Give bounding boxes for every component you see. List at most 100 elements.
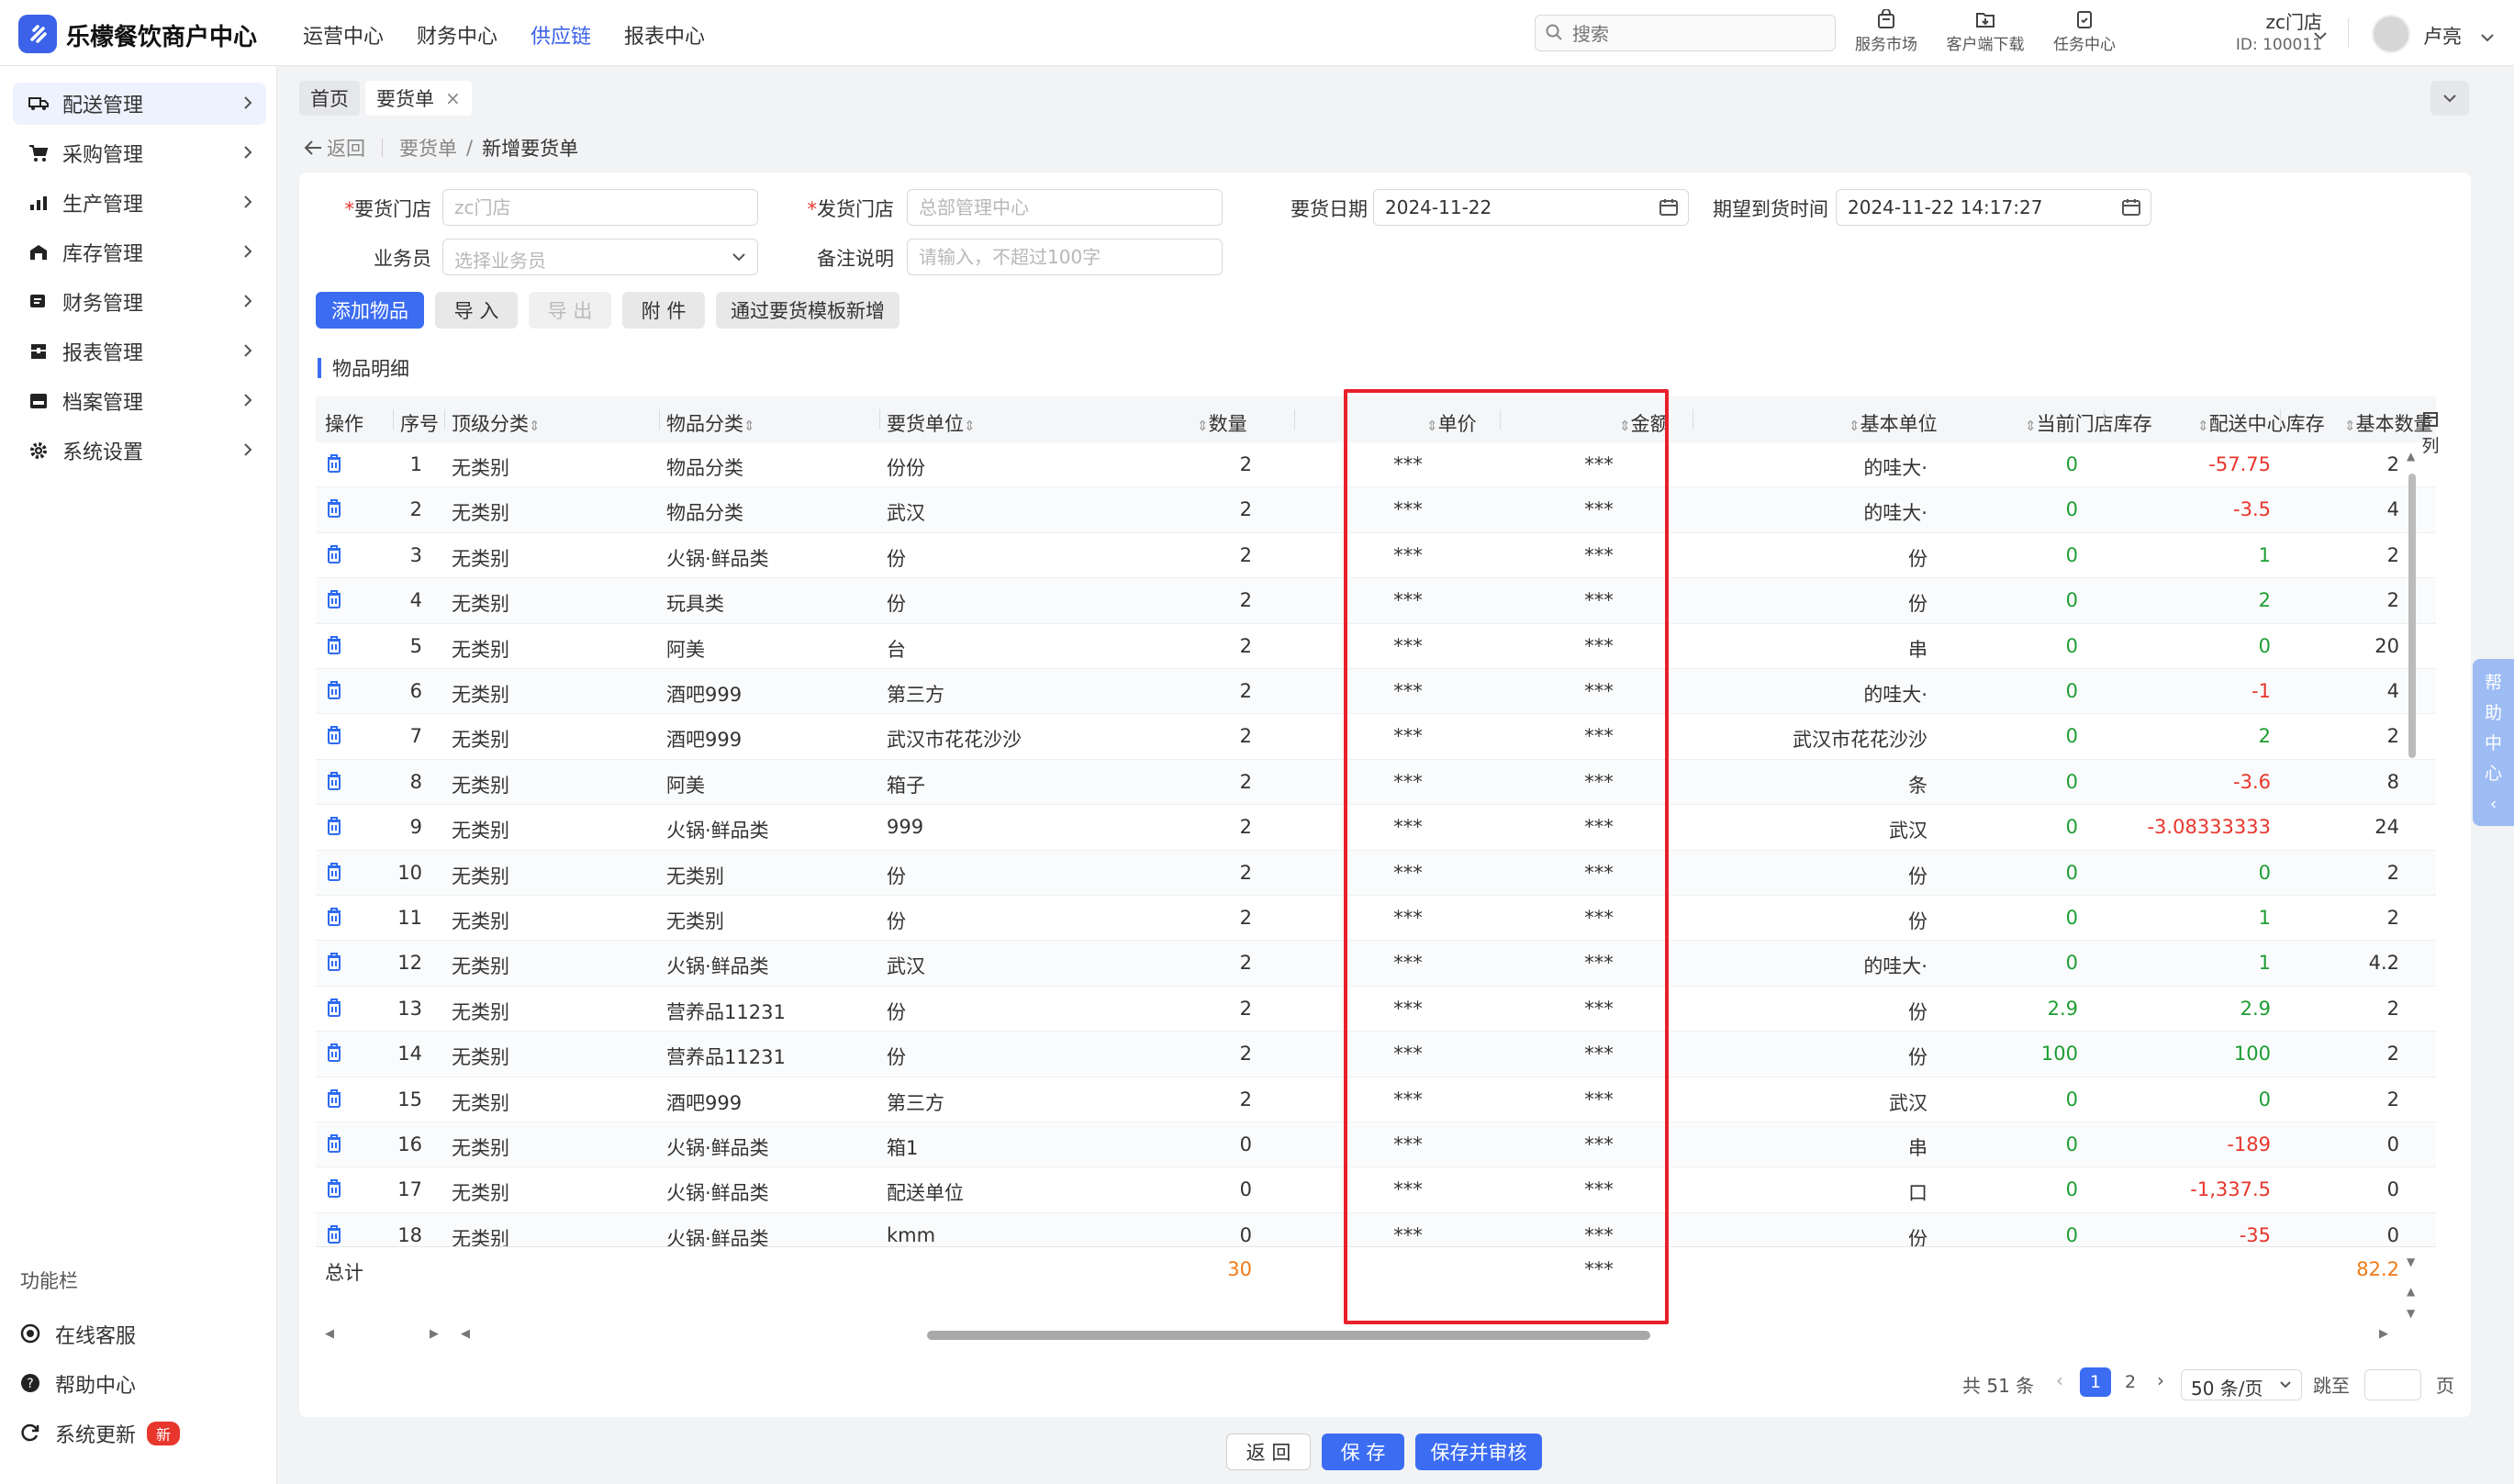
th-top-category[interactable]: 顶级分类⇕: [452, 409, 541, 437]
breadcrumb-parent[interactable]: 要货单: [399, 134, 457, 162]
user-name[interactable]: 卢亮: [2423, 22, 2462, 50]
sidebar-item-2[interactable]: 采购管理: [13, 132, 266, 174]
pager-page-1[interactable]: 1: [2080, 1367, 2111, 1397]
cell-qty[interactable]: 2: [1179, 498, 1252, 520]
nav-finance[interactable]: 财务中心: [417, 20, 497, 50]
column-divider[interactable]: [879, 409, 880, 430]
scroll-thumb[interactable]: [927, 1331, 1650, 1340]
scroll-left-icon[interactable]: ◀: [461, 1327, 470, 1341]
cell-qty[interactable]: 0: [1179, 1224, 1252, 1246]
sidebar-item-8[interactable]: 系统设置: [13, 430, 266, 472]
save-and-audit-button[interactable]: 保存并审核: [1415, 1434, 1542, 1470]
service-market-button[interactable]: 服务市场: [1845, 9, 1927, 54]
function-item-2[interactable]: ? 帮助中心: [20, 1369, 136, 1399]
jump-page-input[interactable]: [2364, 1369, 2421, 1400]
sidebar-item-3[interactable]: 生产管理: [13, 182, 266, 224]
horizontal-scrollbar[interactable]: ◀ ▶: [461, 1327, 2394, 1342]
scroll-down-icon[interactable]: ▼: [2407, 1255, 2418, 1268]
cell-qty[interactable]: 2: [1179, 1088, 1252, 1110]
date-field[interactable]: 2024-11-22: [1373, 189, 1689, 226]
calendar-icon[interactable]: [2121, 198, 2141, 217]
pager-page-2[interactable]: 2: [2115, 1367, 2146, 1397]
th-unit[interactable]: 要货单位⇕: [887, 409, 976, 437]
global-search[interactable]: [1535, 15, 1836, 51]
cell-qty[interactable]: 0: [1179, 1178, 1252, 1200]
left-horizontal-scrollbar[interactable]: ◀ ▶: [325, 1327, 444, 1342]
trash-icon[interactable]: [325, 498, 343, 523]
cell-qty[interactable]: 2: [1179, 998, 1252, 1020]
scroll-up-icon[interactable]: ▲: [2407, 450, 2418, 463]
task-center-button[interactable]: 任务中心: [2043, 9, 2126, 54]
th-qty[interactable]: ⇕数量: [1197, 409, 1247, 437]
cell-qty[interactable]: 0: [1179, 1133, 1252, 1155]
trash-icon[interactable]: [325, 1133, 343, 1158]
column-divider[interactable]: [2104, 409, 2105, 430]
calendar-icon[interactable]: [1659, 198, 1679, 217]
nav-reports[interactable]: 报表中心: [624, 20, 705, 50]
add-item-button[interactable]: 添加物品: [316, 292, 424, 329]
trash-icon[interactable]: [325, 635, 343, 660]
nav-supply-chain[interactable]: 供应链: [531, 20, 591, 50]
cell-qty[interactable]: 2: [1179, 453, 1252, 475]
sidebar-item-7[interactable]: 档案管理: [13, 380, 266, 422]
template-add-button[interactable]: 通过要货模板新增: [716, 292, 899, 329]
trash-icon[interactable]: [325, 816, 343, 841]
trash-icon[interactable]: [325, 998, 343, 1022]
page-size-select[interactable]: 50 条/页: [2181, 1369, 2302, 1400]
save-button[interactable]: 保 存: [1322, 1434, 1404, 1470]
salesman-select[interactable]: 选择业务员: [442, 239, 758, 275]
column-divider[interactable]: [393, 409, 394, 430]
scroll-left-icon[interactable]: ◀: [325, 1327, 334, 1341]
column-divider[interactable]: [444, 409, 445, 430]
cell-qty[interactable]: 2: [1179, 725, 1252, 747]
expect-time-field[interactable]: 2024-11-22 14:17:27: [1836, 189, 2151, 226]
sidebar-item-1[interactable]: 配送管理: [13, 83, 266, 125]
chevron-down-icon[interactable]: [2480, 26, 2495, 48]
sidebar-item-5[interactable]: 财务管理: [13, 281, 266, 323]
cell-qty[interactable]: 2: [1179, 952, 1252, 974]
search-input[interactable]: [1572, 21, 1820, 47]
scroll-thumb[interactable]: [2408, 474, 2416, 758]
vertical-scrollbar[interactable]: ▲ ▼: [2407, 450, 2418, 1268]
sidebar-item-6[interactable]: 报表管理: [13, 330, 266, 373]
trash-icon[interactable]: [325, 862, 343, 887]
attachment-button[interactable]: 附 件: [622, 292, 705, 329]
trash-icon[interactable]: [325, 771, 343, 796]
pager-next-icon[interactable]: ›: [2157, 1369, 2164, 1391]
column-divider[interactable]: [1294, 409, 1295, 430]
column-divider[interactable]: [1926, 409, 1927, 430]
column-setting-button[interactable]: 列: [2419, 411, 2441, 457]
cell-qty[interactable]: 2: [1179, 816, 1252, 838]
trash-icon[interactable]: [325, 952, 343, 976]
cell-qty[interactable]: 2: [1179, 680, 1252, 702]
cell-qty[interactable]: 2: [1179, 1043, 1252, 1065]
help-center-float[interactable]: 帮 助 中 心 ‹: [2473, 659, 2514, 826]
th-center-stock[interactable]: ⇕配送中心库存: [2197, 409, 2325, 437]
tab-home[interactable]: 首页: [299, 81, 360, 116]
client-download-button[interactable]: 客户端下载: [1944, 9, 2027, 54]
trash-icon[interactable]: [325, 1178, 343, 1203]
sidebar-item-4[interactable]: 库存管理: [13, 231, 266, 273]
back-button[interactable]: 返 回: [1226, 1434, 1311, 1470]
cell-qty[interactable]: 2: [1179, 544, 1252, 566]
trash-icon[interactable]: [325, 1224, 343, 1246]
remark-field[interactable]: [907, 239, 1223, 275]
avatar[interactable]: [2372, 15, 2410, 53]
chevron-down-icon[interactable]: [2313, 24, 2328, 46]
nav-ops[interactable]: 运营中心: [303, 20, 384, 50]
scroll-right-icon[interactable]: ▶: [2379, 1327, 2388, 1341]
trash-icon[interactable]: [325, 680, 343, 705]
cell-qty[interactable]: 2: [1179, 635, 1252, 657]
cell-qty[interactable]: 2: [1179, 862, 1252, 884]
th-base-unit[interactable]: ⇕基本单位: [1849, 409, 1938, 437]
trash-icon[interactable]: [325, 1043, 343, 1067]
ship-store-field[interactable]: [907, 189, 1223, 226]
scroll-right-icon[interactable]: ▶: [430, 1327, 439, 1341]
cell-qty[interactable]: 2: [1179, 907, 1252, 929]
trash-icon[interactable]: [325, 1088, 343, 1113]
cell-qty[interactable]: 2: [1179, 771, 1252, 793]
back-link[interactable]: 返回: [327, 134, 365, 162]
trash-icon[interactable]: [325, 453, 343, 478]
tabs-collapse-button[interactable]: [2430, 81, 2469, 116]
column-divider[interactable]: [659, 409, 660, 430]
